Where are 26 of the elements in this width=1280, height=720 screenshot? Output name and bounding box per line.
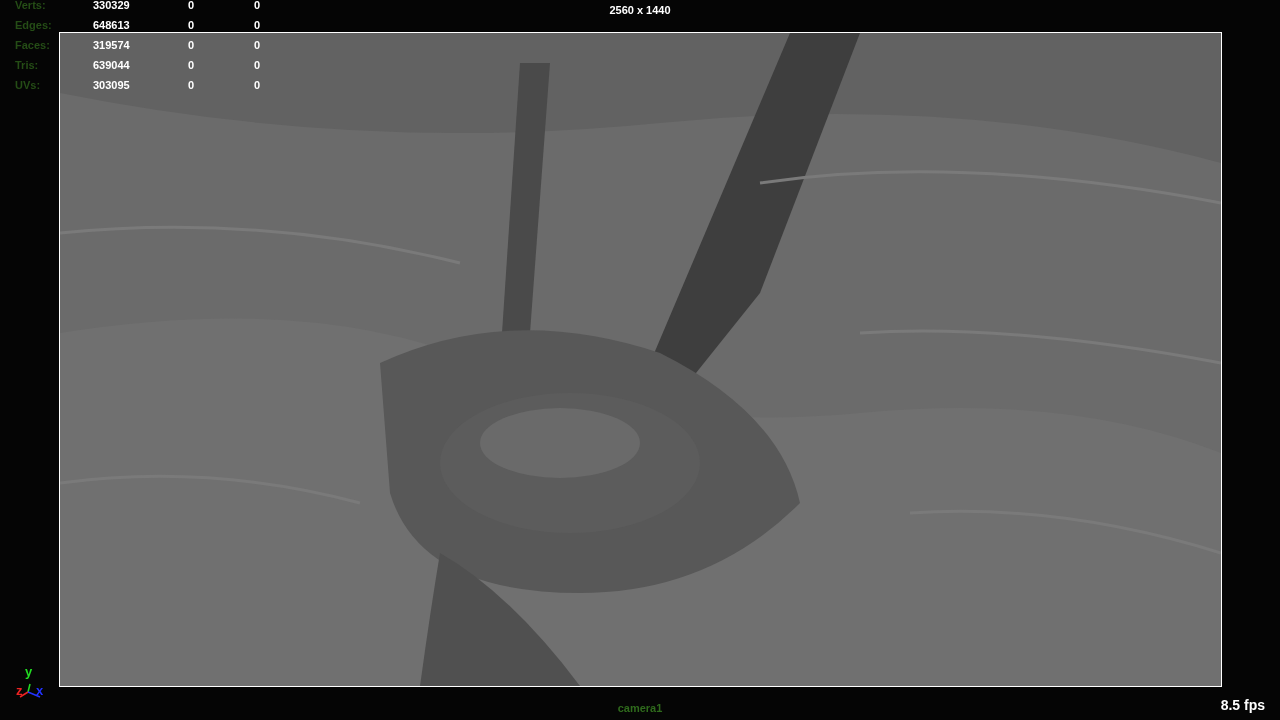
stat-value: 0 — [254, 59, 261, 71]
stat-value: 0 — [188, 19, 196, 31]
axis-label: x — [36, 683, 44, 698]
stat-value: 0 — [188, 59, 196, 71]
stat-label: Verts: — [15, 0, 47, 11]
resolution-label: 2560 x 1440 — [609, 4, 671, 16]
stat-label: Edges: — [15, 19, 53, 31]
stat-value: 0 — [254, 19, 261, 31]
fps-counter: 8.5 fps — [1220, 697, 1265, 713]
stat-value: 330329 — [93, 0, 131, 11]
stat-value: 639044 — [93, 59, 131, 71]
stat-label: Faces: — [15, 39, 51, 51]
stat-value: 0 — [188, 0, 196, 11]
stat-value: 0 — [188, 39, 196, 51]
stat-label: Tris: — [15, 59, 40, 71]
stat-value: 303095 — [93, 79, 131, 91]
stat-value: 648613 — [93, 19, 131, 31]
camera-name: camera1 — [617, 702, 663, 714]
stat-value: 0 — [254, 39, 261, 51]
stat-label: UVs: — [15, 79, 42, 91]
stat-value: 0 — [254, 0, 261, 11]
stat-value: 0 — [188, 79, 196, 91]
axis-label: y — [25, 664, 33, 679]
stat-value: 0 — [254, 79, 261, 91]
stat-value: 319574 — [93, 39, 131, 51]
axis-label: z — [16, 683, 23, 698]
